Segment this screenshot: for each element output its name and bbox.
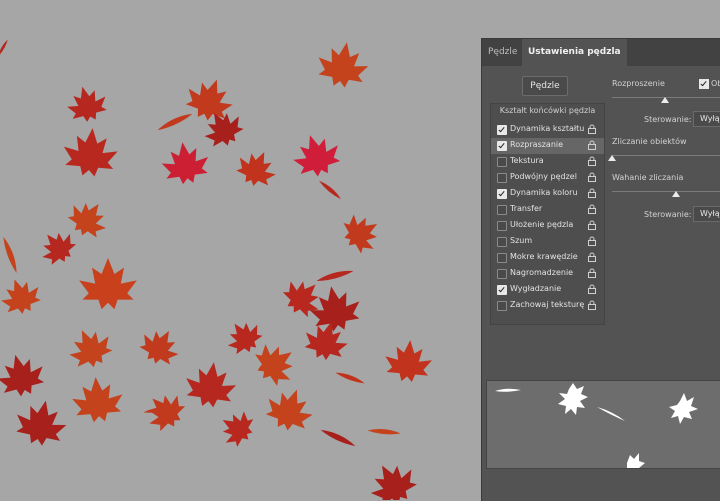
option-label: Nagromadzenie bbox=[510, 268, 574, 277]
option-checkbox[interactable] bbox=[497, 269, 507, 279]
option-row[interactable]: Transfer bbox=[491, 202, 604, 218]
lock-icon[interactable] bbox=[587, 172, 597, 182]
leaf-scatter bbox=[0, 38, 434, 500]
option-label: Ułożenie pędzla bbox=[510, 220, 574, 229]
scatter-label: Rozproszenie bbox=[612, 79, 665, 88]
tab-brush-settings[interactable]: Ustawienia pędzla bbox=[522, 39, 627, 66]
option-label: Wygładzanie bbox=[510, 284, 562, 293]
option-label: Szum bbox=[510, 236, 533, 245]
option-row[interactable]: Nagromadzenie bbox=[491, 266, 604, 282]
option-row[interactable]: Podwójny pędzel bbox=[491, 170, 604, 186]
scatter-control-select[interactable]: Wyłą bbox=[693, 111, 720, 127]
scatter-control-label: Sterowanie: bbox=[644, 115, 692, 124]
brush-options-list: Kształt końcówki pędzla Dynamika kształt… bbox=[490, 103, 605, 325]
lock-icon[interactable] bbox=[587, 204, 597, 214]
option-row[interactable]: Rozpraszanie bbox=[491, 138, 604, 154]
option-checkbox[interactable] bbox=[497, 125, 507, 135]
lock-icon[interactable] bbox=[587, 140, 597, 150]
count-jitter-slider-thumb[interactable] bbox=[672, 191, 680, 197]
lock-icon[interactable] bbox=[587, 284, 597, 294]
option-row[interactable]: Mokre krawędzie bbox=[491, 250, 604, 266]
option-checkbox[interactable] bbox=[497, 157, 507, 167]
lock-icon[interactable] bbox=[587, 188, 597, 198]
both-axes-checkbox[interactable] bbox=[699, 79, 709, 89]
tab-brushes[interactable]: Pędzle bbox=[482, 39, 523, 66]
option-checkbox[interactable] bbox=[497, 285, 507, 295]
count-jitter-control-label: Sterowanie: bbox=[644, 210, 692, 219]
panel-footer bbox=[482, 471, 720, 501]
option-checkbox[interactable] bbox=[497, 221, 507, 231]
option-label: Transfer bbox=[510, 204, 543, 213]
lock-icon[interactable] bbox=[587, 252, 597, 262]
count-slider-track[interactable] bbox=[612, 155, 720, 156]
brush-tip-shape-item[interactable]: Kształt końcówki pędzla bbox=[491, 106, 604, 115]
option-checkbox[interactable] bbox=[497, 253, 507, 263]
count-jitter-control-select[interactable]: Wyłą bbox=[693, 206, 720, 222]
option-label: Tekstura bbox=[510, 156, 544, 165]
option-row[interactable]: Zachowaj teksturę bbox=[491, 298, 604, 314]
panel-tab-bar: Pędzle Ustawienia pędzla bbox=[482, 39, 720, 66]
option-label: Mokre krawędzie bbox=[510, 252, 578, 261]
option-checkbox[interactable] bbox=[497, 189, 507, 199]
option-label: Zachowaj teksturę bbox=[510, 300, 585, 309]
option-checkbox[interactable] bbox=[497, 205, 507, 215]
lock-icon[interactable] bbox=[587, 156, 597, 166]
count-jitter-slider-track[interactable] bbox=[612, 191, 720, 192]
count-jitter-label: Wahanie zliczania bbox=[612, 173, 684, 182]
option-row[interactable]: Ułożenie pędzla bbox=[491, 218, 604, 234]
option-row[interactable]: Dynamika kształtu bbox=[491, 122, 604, 138]
option-label: Podwójny pędzel bbox=[510, 172, 577, 181]
count-slider-thumb[interactable] bbox=[608, 155, 616, 161]
option-label: Dynamika koloru bbox=[510, 188, 578, 197]
option-label: Dynamika kształtu bbox=[510, 124, 585, 133]
option-row[interactable]: Dynamika koloru bbox=[491, 186, 604, 202]
canvas-area[interactable] bbox=[0, 0, 480, 500]
option-checkbox[interactable] bbox=[497, 301, 507, 311]
option-row[interactable]: Tekstura bbox=[491, 154, 604, 170]
scatter-slider-thumb[interactable] bbox=[661, 97, 669, 103]
lock-icon[interactable] bbox=[587, 220, 597, 230]
option-row[interactable]: Wygładzanie bbox=[491, 282, 604, 298]
option-checkbox[interactable] bbox=[497, 237, 507, 247]
option-row[interactable]: Szum bbox=[491, 234, 604, 250]
brushes-button[interactable]: Pędzle bbox=[522, 76, 568, 96]
both-axes-label: Ob bbox=[711, 79, 720, 88]
lock-icon[interactable] bbox=[587, 300, 597, 310]
lock-icon[interactable] bbox=[587, 124, 597, 134]
count-label: Zliczanie obiektów bbox=[612, 137, 687, 146]
lock-icon[interactable] bbox=[587, 236, 597, 246]
brush-settings-panel: Pędzle Ustawienia pędzla Pędzle Kształt … bbox=[481, 38, 720, 501]
option-checkbox[interactable] bbox=[497, 141, 507, 151]
lock-icon[interactable] bbox=[587, 268, 597, 278]
option-label: Rozpraszanie bbox=[510, 140, 564, 149]
brush-stroke-preview bbox=[486, 380, 720, 469]
option-checkbox[interactable] bbox=[497, 173, 507, 183]
